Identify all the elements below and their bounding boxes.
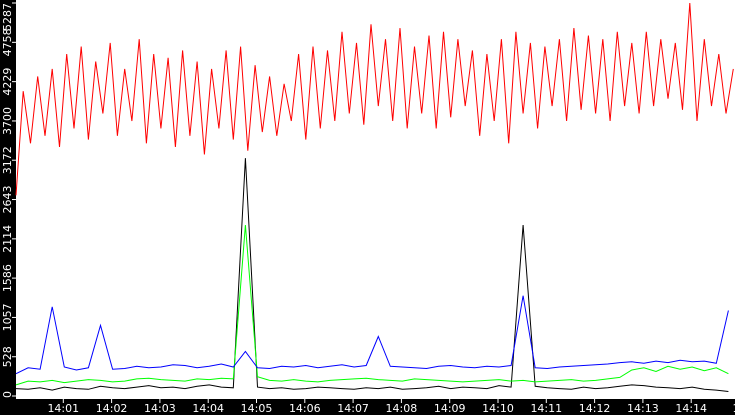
x-axis: 14:01 14:02 14:03 14:04 14:05 14:06 14:07 14:08… — [47, 399, 735, 415]
x-tick-label: 14:02 — [96, 402, 128, 415]
x-tick-label: 14:13 — [627, 402, 659, 415]
x-tick-label: 14:07 — [337, 402, 369, 415]
y-tick-label: 528 — [1, 346, 14, 367]
x-tick-label: 14:06 — [289, 402, 321, 415]
x-tick-label: 14:14 — [675, 402, 707, 415]
plot-area — [16, 0, 735, 399]
y-tick-label: 4229 — [1, 68, 14, 96]
y-tick-label: 5287 — [1, 3, 14, 31]
y-tick-label: 2643 — [1, 186, 14, 214]
y-tick-label: 4758 — [1, 28, 14, 56]
x-tick-label: 14:03 — [144, 402, 176, 415]
x-tick-label: 14:01 — [47, 402, 79, 415]
y-tick-label: 3700 — [1, 107, 14, 135]
y-tick-label: 1057 — [1, 303, 14, 331]
x-tick-label: 14:04 — [192, 402, 224, 415]
x-tick-label: 14:08 — [386, 402, 418, 415]
y-tick-label: 1586 — [1, 264, 14, 292]
y-tick-label: 3172 — [1, 146, 14, 174]
line-chart: 0 528 1057 1586 2114 2643 3172 3700 4229 47585287… — [1, 0, 735, 415]
y-tick-label: 2114 — [1, 225, 14, 253]
x-tick-label: 14:11 — [530, 402, 562, 415]
x-tick-label: 14:09 — [434, 402, 466, 415]
x-tick-label: 14:12 — [579, 402, 611, 415]
y-axis: 0 528 1057 1586 2114 2643 3172 3700 4229 47585287 — [1, 2, 16, 398]
x-tick-label: 14:05 — [241, 402, 273, 415]
x-tick-label: 14:10 — [482, 402, 514, 415]
y-tick-label: 0 — [1, 391, 14, 398]
